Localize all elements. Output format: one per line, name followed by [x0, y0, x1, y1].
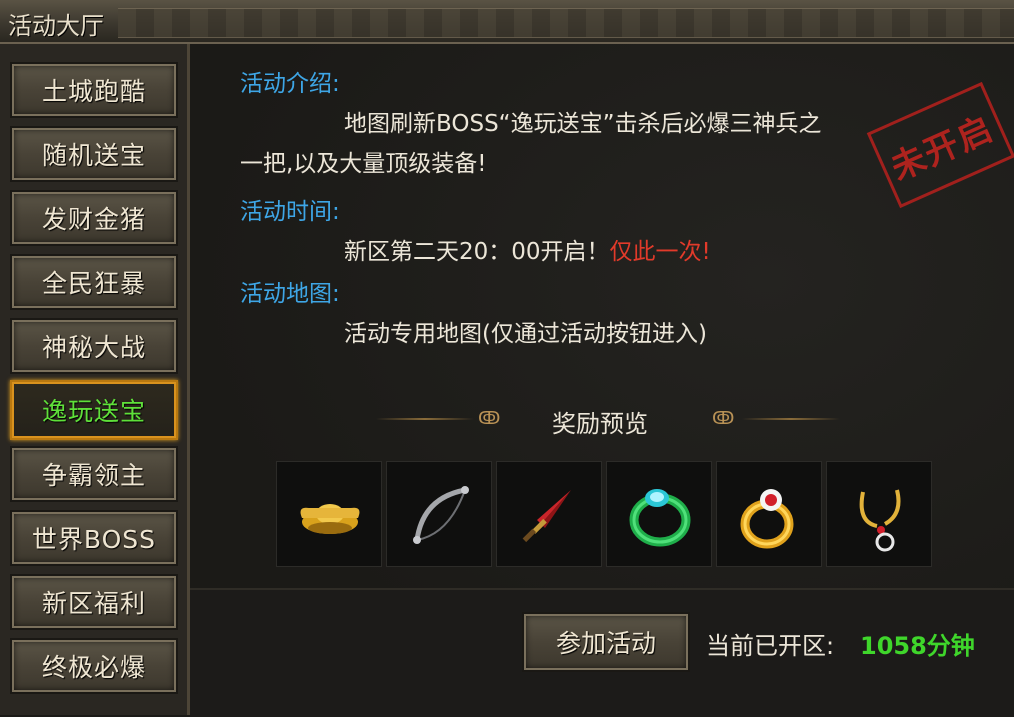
intro-heading: 活动介绍: [240, 71, 340, 97]
intro-line-2: 一把,以及大量顶级装备! [240, 151, 487, 177]
sidebar-item-mystery-battle[interactable]: 神秘大战 [10, 318, 178, 374]
gold-ingot-icon [300, 504, 360, 534]
sidebar: 土城跑酷 随机送宝 发财金猪 全民狂暴 神秘大战 逸玩送宝 争霸领主 世界BOS… [0, 44, 190, 715]
window-title: 活动大厅 [8, 12, 104, 40]
reward-slot[interactable] [496, 461, 602, 567]
time-text: 新区第二天20：00开启！仅此一次! [344, 232, 711, 266]
bow-icon [413, 486, 469, 544]
sword-icon [522, 490, 571, 543]
time-value: 新区第二天20：00开启！ [344, 239, 610, 265]
jade-ring-icon [629, 489, 691, 547]
sidebar-item-ultimate-drop[interactable]: 终极必爆 [10, 638, 178, 694]
scroll-ornament-right-icon: ↂ [712, 408, 735, 429]
scroll-ornament-left-icon: ↂ [478, 408, 501, 429]
sidebar-item-tucheng-parkour[interactable]: 土城跑酷 [10, 62, 178, 118]
intro-line-1: 地图刷新BOSS“逸玩送宝”击杀后必爆三神兵之 [344, 111, 822, 137]
sidebar-item-yiwan-treasure[interactable]: 逸玩送宝 [10, 380, 178, 440]
not-open-stamp: 未开启 [866, 81, 1014, 209]
reward-slot[interactable] [826, 461, 932, 567]
join-activity-button[interactable]: 参加活动 [522, 612, 690, 672]
activity-panel: 活动介绍: 地图刷新BOSS“逸玩送宝”击杀后必爆三神兵之 一把,以及大量顶级装… [190, 44, 1014, 717]
reward-preview-title: 奖励预览 [552, 410, 648, 438]
sidebar-item-golden-pig[interactable]: 发财金猪 [10, 190, 178, 246]
gold-ruby-ring-icon [740, 489, 794, 549]
sidebar-item-random-treasure[interactable]: 随机送宝 [10, 126, 178, 182]
map-heading: 活动地图: [240, 281, 340, 307]
server-open-label: 当前已开区: [706, 632, 835, 660]
sidebar-item-lord-battle[interactable]: 争霸领主 [10, 446, 178, 502]
necklace-icon [859, 489, 901, 552]
reward-divider-left [376, 418, 474, 420]
server-open-value: 1058分钟 [860, 632, 975, 660]
time-highlight: 仅此一次! [609, 239, 711, 265]
reward-slot[interactable] [716, 461, 822, 567]
map-text: 活动专用地图(仅通过活动按钮进入) [344, 321, 707, 347]
title-bar-frieze [118, 8, 1014, 38]
reward-slot[interactable] [276, 461, 382, 567]
sidebar-item-new-server-welfare[interactable]: 新区福利 [10, 574, 178, 630]
time-heading: 活动时间: [240, 199, 340, 225]
reward-divider-right [742, 418, 840, 420]
title-bar: 活动大厅 [0, 0, 1014, 44]
sidebar-item-berserk[interactable]: 全民狂暴 [10, 254, 178, 310]
sidebar-item-world-boss[interactable]: 世界BOSS [10, 510, 178, 566]
reward-slot[interactable] [606, 461, 712, 567]
reward-slot[interactable] [386, 461, 492, 567]
